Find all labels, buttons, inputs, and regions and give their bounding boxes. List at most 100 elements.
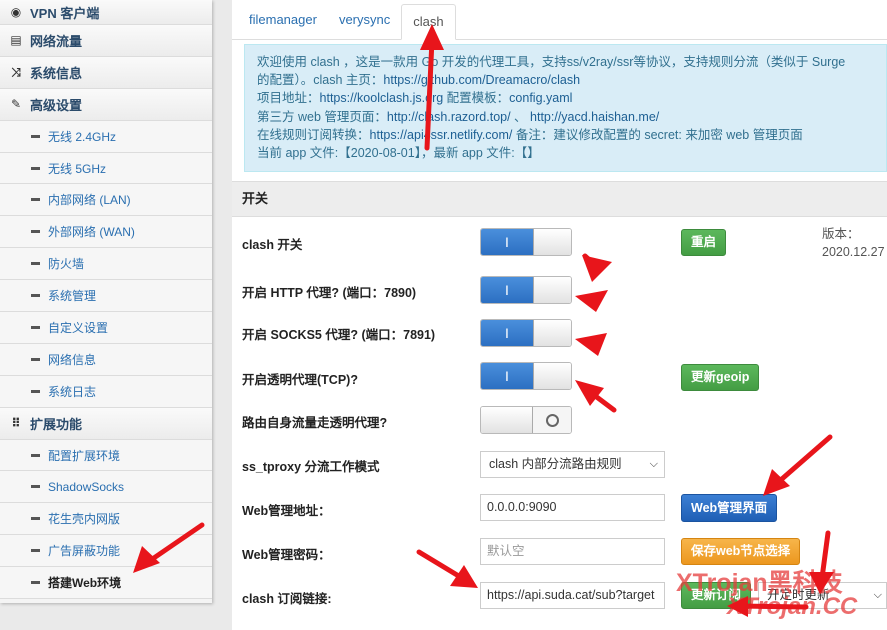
toggle-knob (533, 363, 571, 389)
version-value: 2020.12.27 (822, 245, 885, 259)
sidebar-item-label: 高级设置 (30, 97, 83, 113)
sidebar-item-wan[interactable]: 外部网络 (WAN) (0, 216, 212, 249)
sidebar-item-vpn-client[interactable]: ◉ VPN 客户端 (0, 0, 212, 25)
toggle-on-mark: I (481, 277, 533, 303)
sidebar-item-lan[interactable]: 内部网络 (LAN) (0, 184, 212, 217)
section-header: 开关 (232, 181, 887, 217)
dash-icon (31, 389, 40, 393)
http-proxy-toggle[interactable]: I (480, 276, 572, 304)
dash-icon (31, 581, 40, 585)
dash-icon (31, 357, 40, 361)
info-text: 项目地址： (257, 91, 320, 106)
save-nodes-button[interactable]: 保存web节点选择 (681, 538, 801, 565)
sidebar-item-label: 广告屏蔽功能 (48, 544, 121, 559)
toggle-knob (533, 277, 571, 303)
update-geoip-button[interactable]: 更新geoip (681, 364, 760, 391)
schedule-select[interactable]: 开定时更新 ⌵ (758, 582, 887, 609)
chevron-down-icon: ⌵ (649, 458, 658, 470)
toggle-on-mark: I (481, 320, 533, 346)
info-text: 配置模板： (443, 91, 510, 106)
sidebar-item-wifi-24[interactable]: 无线 2.4GHz (0, 120, 212, 153)
globe-icon: ◉ (10, 5, 22, 19)
template-link[interactable]: config.yaml (509, 91, 572, 105)
sidebar-item-system-admin[interactable]: 系统管理 (0, 280, 212, 313)
dash-icon (31, 166, 40, 170)
sidebar-item-oray[interactable]: 花生壳内网版 (0, 503, 212, 536)
toggle-on-mark: I (481, 363, 533, 389)
app-version-text: 当前 app 文件:【2020-08-01】，最新 app 文件:【】 (257, 146, 540, 161)
sidebar-item-system-info[interactable]: ⤨ 系统信息 (0, 56, 212, 89)
toggle-knob (533, 229, 571, 255)
dash-icon (31, 325, 40, 329)
sidebar-item-custom[interactable]: 自定义设置 (0, 312, 212, 344)
sidebar-item-web-env[interactable]: 搭建Web环境 (0, 567, 212, 600)
home-link[interactable]: https://github.com/Dreamacro/clash (383, 73, 580, 87)
tcp-proxy-label: 开启透明代理(TCP)? (242, 373, 358, 387)
tab-clash[interactable]: clash (401, 4, 456, 40)
sidebar-item-ext-env[interactable]: 配置扩展环境 (0, 439, 212, 472)
sidebar-item-label: 无线 2.4GHz (48, 129, 117, 144)
web-addr-input[interactable]: 0.0.0.0:9090 (480, 494, 665, 521)
dash-icon (31, 549, 40, 553)
sidebar-item-adblock[interactable]: 广告屏蔽功能 (0, 535, 212, 568)
sidebar-item-traffic[interactable]: ▤ 网络流量 (0, 25, 212, 57)
web-addr-label: Web管理地址： (242, 504, 331, 518)
dash-icon (31, 198, 40, 202)
tcp-proxy-toggle[interactable]: I (480, 362, 572, 390)
socks5-proxy-toggle[interactable]: I (480, 319, 572, 347)
select-value: clash 内部分流路由规则 (489, 457, 622, 471)
sidebar-item-label: 外部网络 (WAN) (48, 225, 135, 240)
grid-icon: ⠿ (11, 416, 21, 431)
sidebar-item-label: 无线 5GHz (48, 161, 107, 176)
web-pass-input[interactable]: 默认空 (480, 538, 665, 565)
sidebar-item-syslog[interactable]: 系统日志 (0, 375, 212, 408)
sub-link-label: clash 订阅链接: (242, 592, 332, 606)
sidebar-item-extensions[interactable]: ⠿ 扩展功能 (0, 407, 212, 440)
sidebar-item-label: 网络信息 (48, 352, 97, 367)
update-sub-button[interactable]: 更新订阅 (681, 582, 752, 609)
info-text: 第三方 web 管理页面： (257, 109, 387, 124)
dash-icon (31, 485, 40, 489)
sidebar-item-label: 系统日志 (48, 384, 97, 399)
sidebar: ◉ VPN 客户端 ▤ 网络流量 ⤨ 系统信息 ✎ 高级设置 无线 2.4GHz 无线 … (0, 0, 212, 603)
toggle-off-mark (533, 407, 571, 433)
toggle-on-mark: I (481, 229, 533, 255)
sidebar-item-shadowsocks[interactable]: ShadowSocks (0, 471, 212, 504)
sub-convert-link[interactable]: https://api4ssr.netlify.com/ (370, 128, 513, 142)
info-text: 在线规则订阅转换： (257, 127, 370, 142)
web-ui-link-2[interactable]: http://yacd.haishan.me/ (530, 110, 659, 124)
tab-bar: filemanager verysync clash (232, 0, 887, 40)
sub-link-input[interactable]: https://api.suda.cat/sub?target (480, 582, 665, 609)
shuffle-icon: ⤨ (11, 64, 21, 79)
sidebar-item-label: 搭建Web环境 (48, 576, 122, 591)
tab-filemanager[interactable]: filemanager (238, 3, 328, 39)
sidebar-item-label: 防火墙 (48, 257, 85, 272)
clash-switch-toggle[interactable]: I (480, 228, 572, 256)
web-ui-link-1[interactable]: http://clash.razord.top/ (387, 110, 511, 124)
sidebar-item-label: ShadowSocks (48, 479, 125, 494)
circle-icon (545, 413, 559, 427)
route-self-label: 路由自身流量走透明代理? (242, 416, 388, 430)
dash-icon (31, 134, 40, 138)
project-link[interactable]: https://koolclash.js.org (320, 91, 444, 105)
socks5-proxy-label: 开启 SOCKS5 代理? (端口：7891) (242, 328, 436, 342)
web-ui-button[interactable]: Web管理界面 (681, 494, 778, 522)
sidebar-item-label: 花生壳内网版 (48, 512, 121, 527)
wrench-icon: ✎ (10, 97, 22, 112)
info-box: 欢迎使用 clash ，这是一款用 Go 开发的代理工具，支持ss/v2ray/… (244, 44, 887, 172)
sidebar-item-label: VPN 客户端 (30, 5, 100, 21)
sidebar-item-label: 扩展功能 (30, 416, 83, 432)
info-text: 、 (510, 109, 531, 124)
tproxy-mode-select[interactable]: clash 内部分流路由规则 ⌵ (480, 451, 665, 478)
dash-icon (31, 230, 40, 234)
toggle-knob (533, 320, 571, 346)
tab-verysync[interactable]: verysync (328, 3, 401, 39)
sidebar-item-advanced[interactable]: ✎ 高级设置 (0, 88, 212, 121)
version-info: 版本： 2020.12.27 (822, 225, 885, 261)
restart-button[interactable]: 重启 (681, 229, 727, 256)
sidebar-item-label: 自定义设置 (48, 320, 109, 335)
sidebar-item-wifi-5[interactable]: 无线 5GHz (0, 152, 212, 185)
sidebar-item-firewall[interactable]: 防火墙 (0, 248, 212, 281)
route-self-toggle[interactable] (480, 406, 572, 434)
sidebar-item-network-info[interactable]: 网络信息 (0, 343, 212, 376)
